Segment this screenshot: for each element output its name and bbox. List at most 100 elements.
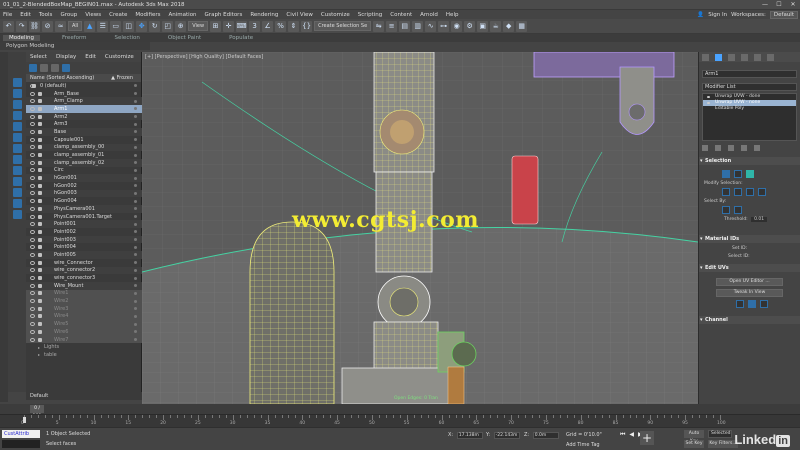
stack-item[interactable]: Editable Poly (703, 106, 796, 112)
selection-filter-dropdown[interactable]: All (68, 21, 83, 31)
layer-dropdown[interactable]: Default (30, 393, 48, 399)
object-row[interactable]: wire_connector3 (26, 274, 142, 282)
object-row[interactable]: Arm2 (26, 112, 142, 121)
menu-civil-view[interactable]: Civil View (286, 12, 312, 18)
object-row[interactable]: Arm3 (26, 120, 142, 128)
hierarchy-tab-icon[interactable] (728, 53, 735, 61)
visibility-eye-icon[interactable] (30, 276, 35, 281)
go-to-start-icon[interactable]: ⏮ (620, 431, 625, 439)
visibility-eye-icon[interactable] (30, 299, 35, 304)
visibility-eye-icon[interactable] (30, 168, 35, 173)
x-field[interactable]: 17.138m (456, 432, 483, 439)
select-manipulate-icon[interactable]: ✛ (223, 20, 235, 32)
freeze-toggle-icon[interactable] (134, 230, 137, 234)
display-tab-icon[interactable] (754, 53, 761, 61)
snaps-toggle-icon[interactable]: 3 (249, 20, 261, 32)
visibility-eye-icon[interactable] (30, 191, 35, 196)
viewport-label[interactable]: [+] [Perspective] [High Quality] [Defaul… (145, 54, 263, 60)
menu-edit[interactable]: Edit (20, 12, 31, 18)
frozen-column-header[interactable]: ▲ Frozen (111, 75, 133, 81)
rotate-icon[interactable]: ↻ (149, 20, 161, 32)
name-column-header[interactable]: Name (Sorted Ascending) (30, 75, 94, 81)
visibility-eye-icon[interactable] (30, 314, 35, 319)
object-row[interactable]: Point001 (26, 220, 142, 229)
visibility-eye-icon[interactable] (30, 106, 35, 111)
object-row[interactable]: PhysCamera001.Target (26, 213, 142, 221)
freeze-toggle-icon[interactable] (134, 92, 137, 96)
object-row[interactable]: PhysCamera001 (26, 205, 142, 213)
explorer-column-header[interactable]: Name (Sorted Ascending) ▲ Frozen (26, 74, 141, 82)
freeze-toggle-icon[interactable] (134, 130, 137, 134)
sign-in-button[interactable]: Sign In (708, 12, 727, 18)
y-field[interactable]: -22.143m (493, 432, 520, 439)
filter-cameras-icon[interactable] (12, 111, 22, 120)
filter-containers-icon[interactable] (12, 177, 22, 186)
edit-uvs-rollout[interactable]: Edit UVs (699, 264, 800, 272)
visibility-eye-icon[interactable] (30, 329, 35, 334)
freeze-toggle-icon[interactable] (134, 191, 137, 195)
freeze-toggle-icon[interactable] (134, 122, 137, 126)
object-row[interactable]: Capsule001 (26, 136, 142, 144)
object-name-field[interactable]: Arm1 (702, 70, 797, 78)
modifier-list-dropdown[interactable]: Modifier List (702, 83, 797, 91)
object-row[interactable]: clamp_assembly_01 (26, 151, 142, 159)
spinner-snap-icon[interactable]: ⇕ (288, 20, 300, 32)
keyframe-marker[interactable] (23, 417, 26, 423)
tab-modeling[interactable]: Modeling (3, 35, 41, 41)
track-bar[interactable]: 0 5 10 15 20 25 30 35 40 45 50 55 60 65 70 75 80 85 90 95 10… (0, 414, 800, 427)
menu-graph-editors[interactable]: Graph Editors (205, 12, 243, 18)
material-editor-icon[interactable]: ◉ (451, 20, 463, 32)
open-uv-editor-button[interactable]: Open UV Editor ... (716, 278, 783, 286)
object-row[interactable]: hGon004 (26, 197, 142, 205)
explorer-menu-select[interactable]: Select (30, 54, 47, 60)
render-active-icon[interactable]: ◆ (503, 20, 515, 32)
menu-animation[interactable]: Animation (169, 12, 197, 18)
menu-group[interactable]: Group (60, 12, 77, 18)
rendered-frame-icon[interactable]: ▣ (477, 20, 489, 32)
visibility-eye-icon[interactable] (30, 237, 35, 242)
filter-lights-icon[interactable] (12, 100, 22, 109)
freeze-toggle-icon[interactable] (134, 338, 137, 342)
object-row[interactable]: Point004 (26, 243, 142, 251)
move-icon[interactable]: ✥ (136, 20, 148, 32)
freeze-toggle-icon[interactable] (134, 276, 137, 280)
create-tab-icon[interactable] (702, 53, 709, 61)
expand-icon[interactable]: ▸ (38, 345, 40, 350)
visibility-eye-icon[interactable] (30, 199, 35, 204)
object-row[interactable]: hGon002 (26, 182, 142, 190)
object-row[interactable]: wire_Connector (26, 259, 142, 267)
time-slider-thumb[interactable]: 0 / 100 (30, 405, 44, 419)
uv-move-icon[interactable] (760, 300, 768, 308)
object-row[interactable]: Arm_Clamp (26, 97, 142, 106)
visibility-eye-icon[interactable] (30, 229, 35, 234)
menu-views[interactable]: Views (85, 12, 101, 18)
freeze-toggle-icon[interactable] (134, 168, 137, 172)
freeze-toggle-icon[interactable] (134, 284, 137, 288)
object-row[interactable]: Point005 (26, 251, 142, 259)
tab-populate[interactable]: Populate (223, 35, 259, 41)
visibility-eye-icon[interactable] (30, 129, 35, 134)
scale-icon[interactable]: ◰ (162, 20, 174, 32)
grow-icon[interactable] (722, 188, 730, 196)
freeze-toggle-icon[interactable] (134, 184, 137, 188)
previous-frame-icon[interactable]: ◀ (629, 431, 634, 439)
freeze-toggle-icon[interactable] (134, 107, 137, 111)
select-object-icon[interactable]: ▲ (84, 20, 96, 32)
visibility-eye-icon[interactable] (30, 291, 35, 296)
object-row-hidden[interactable]: Wire4 (26, 312, 142, 321)
freeze-toggle-icon[interactable] (134, 261, 137, 265)
ring-icon[interactable] (758, 188, 766, 196)
freeze-toggle-icon[interactable] (134, 215, 137, 219)
add-keyframe-button[interactable]: + (640, 431, 654, 445)
hierarchy-icon[interactable] (51, 64, 59, 72)
visibility-eye-icon[interactable] (30, 268, 35, 273)
explorer-menu-edit[interactable]: Edit (85, 54, 96, 60)
menu-modifiers[interactable]: Modifiers (135, 12, 160, 18)
tab-object-paint[interactable]: Object Paint (162, 35, 207, 41)
schematic-view-icon[interactable]: ⊶ (438, 20, 450, 32)
explorer-menu-customize[interactable]: Customize (105, 54, 134, 60)
visibility-eye-icon[interactable] (30, 252, 35, 257)
key-mode-dropdown[interactable]: Selected (708, 430, 732, 438)
freeze-toggle-icon[interactable] (134, 115, 137, 119)
visibility-eye-icon[interactable] (30, 337, 35, 342)
